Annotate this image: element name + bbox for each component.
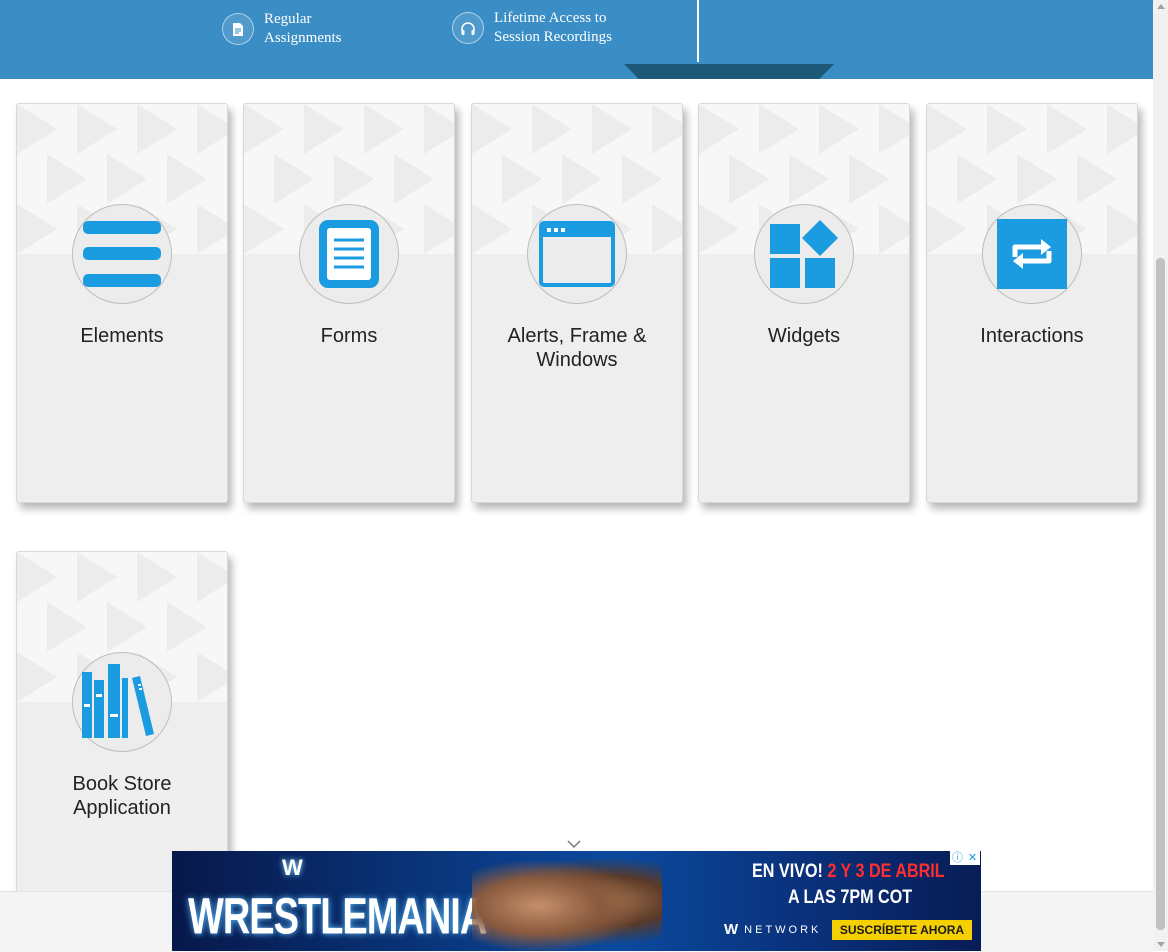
close-icon[interactable]: ✕	[965, 851, 980, 865]
ad-network: W NETWORK	[724, 921, 821, 938]
feature-line: Session Recordings	[494, 29, 612, 45]
books-icon	[72, 652, 172, 752]
card-alerts-frame-windows[interactable]: Alerts, Frame & Windows	[471, 103, 683, 503]
ad-headline-prefix: EN VIVO!	[752, 861, 823, 882]
card-forms[interactable]: Forms	[243, 103, 455, 503]
feature-line: Lifetime Access to	[494, 10, 607, 26]
card-title: Elements	[80, 325, 164, 347]
feature-line: Regular	[264, 11, 312, 27]
widgets-blocks-icon	[754, 204, 854, 304]
ad-headline: EN VIVO! 2 Y 3 DE ABRIL	[752, 861, 945, 883]
banner-divider	[697, 0, 699, 62]
ad-fighters-image	[472, 851, 662, 951]
scrollbar-thumb[interactable]	[1156, 258, 1165, 930]
top-banner: Regular Assignments Lifetime Access to S…	[0, 0, 1153, 79]
headphones-icon	[452, 12, 484, 44]
scroll-down-arrow-icon[interactable]	[1157, 942, 1165, 947]
banner-tab-accent	[624, 64, 834, 79]
card-widgets[interactable]: Widgets	[698, 103, 910, 503]
ad-headline-dates: 2 Y 3 DE ABRIL	[827, 861, 945, 882]
form-document-icon	[299, 204, 399, 304]
card-elements[interactable]: Elements	[16, 103, 228, 503]
menu-lines-icon	[72, 204, 172, 304]
ad-network-label: NETWORK	[744, 923, 822, 936]
card-title: Forms	[320, 325, 378, 347]
repeat-arrows-icon	[982, 204, 1082, 304]
card-title: Interactions	[980, 325, 1084, 347]
ad-brand: WRESTLEMANIA	[188, 889, 487, 946]
feature-regular-assignments: Regular Assignments	[222, 10, 342, 48]
wwe-network-logo-icon: W	[724, 921, 739, 938]
info-icon[interactable]: ⓘ	[950, 851, 965, 865]
feature-line: Assignments	[264, 30, 342, 46]
ad-choices[interactable]: ⓘ ✕	[950, 851, 980, 865]
document-icon	[222, 13, 254, 45]
card-title: Book Store Application	[72, 773, 172, 819]
card-interactions[interactable]: Interactions	[926, 103, 1138, 503]
ad-banner[interactable]: W WRESTLEMANIA EN VIVO! 2 Y 3 DE ABRIL A…	[172, 851, 981, 951]
wwe-logo-icon: W	[282, 855, 303, 880]
ad-headline-time: A LAS 7PM COT	[788, 887, 913, 908]
feature-session-recordings: Lifetime Access to Session Recordings	[452, 9, 612, 47]
browser-window-icon	[527, 204, 627, 304]
scroll-up-arrow-icon[interactable]	[1157, 4, 1165, 9]
ad-subscribe-button[interactable]: SUSCRÍBETE AHORA	[832, 920, 972, 940]
card-title: Alerts, Frame & Windows	[507, 325, 647, 371]
card-title: Widgets	[767, 325, 841, 347]
scrollbar[interactable]	[1153, 0, 1168, 951]
